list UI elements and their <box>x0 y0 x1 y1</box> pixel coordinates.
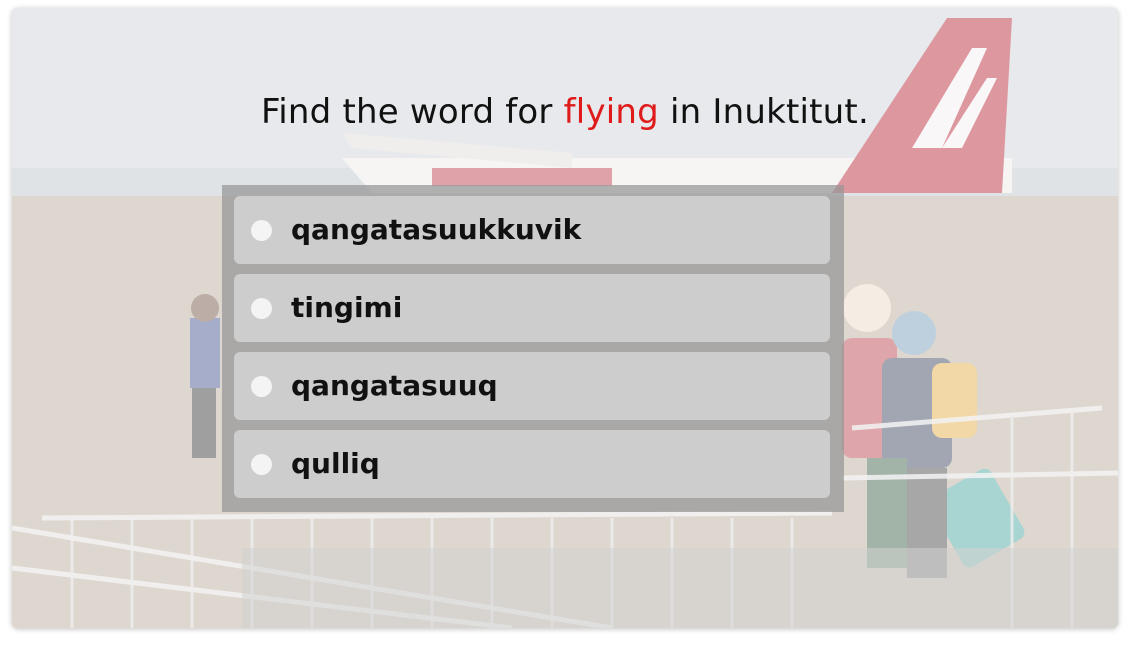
answer-option-1[interactable]: qangatasuukkuvik <box>234 196 830 264</box>
radio-button[interactable] <box>251 376 272 397</box>
answer-option-label: tingimi <box>291 291 403 324</box>
question-text-before: Find the word for <box>261 92 564 132</box>
radio-button[interactable] <box>251 298 272 319</box>
answer-option-2[interactable]: tingimi <box>234 274 830 342</box>
answer-option-label: qangatasuukkuvik <box>291 213 582 246</box>
answer-option-label: qulliq <box>291 447 380 480</box>
question-prompt: Find the word for flying in Inuktitut. <box>12 92 1118 132</box>
answer-options-panel: qangatasuukkuvik tingimi qangatasuuq qul… <box>222 185 844 512</box>
answer-option-4[interactable]: qulliq <box>234 430 830 498</box>
radio-button[interactable] <box>251 454 272 475</box>
question-highlight-word: flying <box>563 92 659 132</box>
radio-button[interactable] <box>251 220 272 241</box>
question-text-after: in Inuktitut. <box>658 92 869 132</box>
answer-option-label: qangatasuuq <box>291 369 498 402</box>
quiz-card: Find the word for flying in Inuktitut. q… <box>12 8 1118 628</box>
answer-option-3[interactable]: qangatasuuq <box>234 352 830 420</box>
